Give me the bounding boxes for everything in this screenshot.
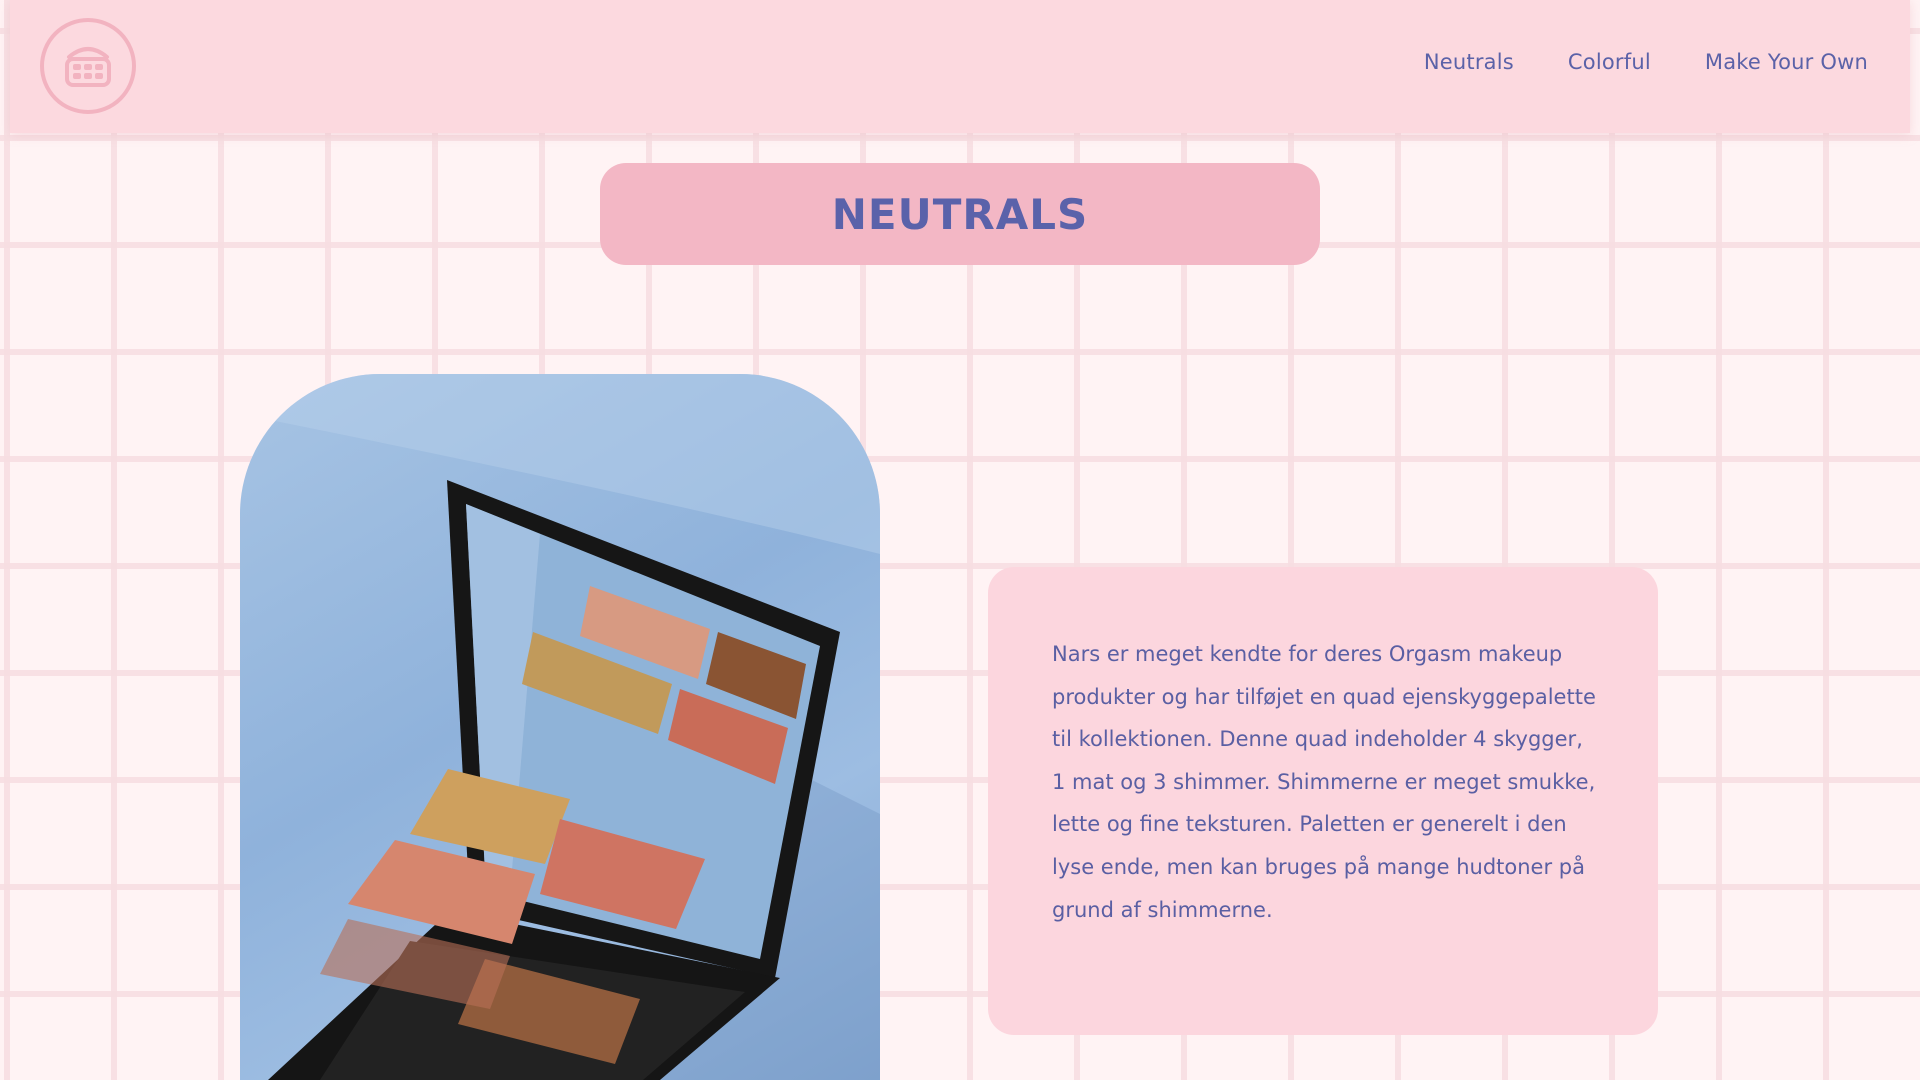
product-description: Nars er meget kendte for deres Orgasm ma… xyxy=(1052,642,1596,922)
nav-colorful[interactable]: Colorful xyxy=(1568,50,1651,74)
product-image xyxy=(240,374,880,1080)
main-nav: Neutrals Colorful Make Your Own xyxy=(1424,0,1868,124)
eyeshadow-quad-photo xyxy=(240,374,880,1080)
eyeshadow-palette-icon xyxy=(65,47,111,87)
logo[interactable] xyxy=(40,18,136,114)
description-card: Nars er meget kendte for deres Orgasm ma… xyxy=(988,567,1658,1035)
site-header: Neutrals Colorful Make Your Own xyxy=(10,0,1910,133)
page-title-banner: NEUTRALS xyxy=(600,163,1320,265)
page-title: NEUTRALS xyxy=(831,189,1089,239)
nav-make-your-own[interactable]: Make Your Own xyxy=(1705,50,1868,74)
nav-neutrals[interactable]: Neutrals xyxy=(1424,50,1514,74)
